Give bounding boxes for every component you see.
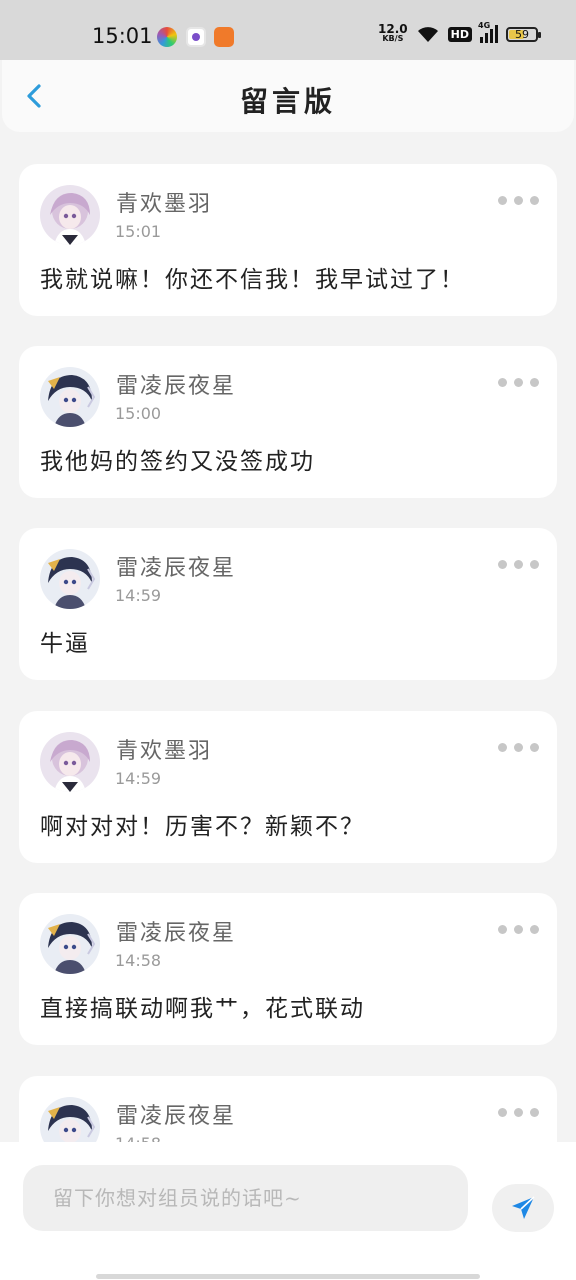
composer-bar	[0, 1142, 576, 1280]
message-card[interactable]: 雷凌辰夜星 14:58 直接搞联动啊我艹，花式联动	[19, 893, 557, 1045]
dark-haired-avatar[interactable]	[40, 914, 100, 974]
dot-icon	[530, 1108, 539, 1117]
network-type-label: 4G	[478, 21, 491, 30]
orange-app-icon	[214, 27, 234, 47]
dark-haired-avatar[interactable]	[40, 549, 100, 609]
more-options-button[interactable]	[498, 560, 539, 569]
message-time: 14:58	[115, 1134, 161, 1142]
hd-badge: HD	[447, 26, 472, 42]
colorful-app-icon	[157, 27, 177, 47]
dark-haired-avatar[interactable]	[40, 367, 100, 427]
dot-icon	[514, 560, 523, 569]
more-options-button[interactable]	[498, 925, 539, 934]
wifi-icon	[417, 27, 438, 42]
message-text: 直接搞联动啊我艹，花式联动	[40, 996, 365, 1022]
more-options-button[interactable]	[498, 378, 539, 387]
message-card[interactable]: 雷凌辰夜星 15:00 我他妈的签约又没签成功	[19, 346, 557, 498]
pink-haired-avatar[interactable]	[40, 732, 100, 792]
net-speed-value: 12.0	[378, 22, 408, 36]
message-time: 14:59	[115, 769, 162, 788]
top-app-bar: 留言版	[2, 60, 574, 132]
more-options-button[interactable]	[498, 196, 539, 205]
dot-icon	[498, 378, 507, 387]
message-card[interactable]: 青欢墨羽 15:01 我就说嘛！你还不信我！我早试过了！	[19, 164, 557, 316]
message-time: 15:00	[115, 404, 162, 423]
status-indicators: 12.0 KB/S HD 4G 59	[378, 21, 541, 44]
dot-icon	[498, 560, 507, 569]
message-time: 14:58	[115, 951, 162, 970]
dot-icon	[530, 925, 539, 934]
dot-icon	[514, 1108, 523, 1117]
paper-plane-icon	[512, 1196, 535, 1219]
dot-icon	[530, 378, 539, 387]
more-options-button[interactable]	[498, 1108, 539, 1117]
message-text: 我他妈的签约又没签成功	[40, 449, 315, 475]
cell-signal: 4G	[478, 21, 498, 43]
dot-icon	[514, 196, 523, 205]
signal-bar	[490, 29, 493, 43]
signal-bar	[480, 37, 483, 43]
more-options-button[interactable]	[498, 743, 539, 752]
message-card[interactable]: 青欢墨羽 14:59 啊对对对！历害不？新颖不？	[19, 711, 557, 863]
battery-level: 59	[515, 27, 529, 41]
author-name: 雷凌辰夜星	[116, 556, 237, 581]
message-input[interactable]	[23, 1165, 468, 1231]
author-name: 雷凌辰夜星	[116, 921, 237, 946]
message-time: 14:59	[115, 586, 162, 605]
net-speed-unit: KB/S	[382, 34, 404, 43]
author-name: 雷凌辰夜星	[116, 1104, 237, 1129]
dark-haired-avatar[interactable]	[40, 1097, 100, 1142]
message-text: 我就说嘛！你还不信我！我早试过了！	[40, 267, 465, 293]
signal-bar	[495, 25, 498, 43]
send-button[interactable]	[492, 1184, 554, 1232]
dot-icon	[514, 743, 523, 752]
author-name: 青欢墨羽	[116, 739, 213, 764]
author-name: 雷凌辰夜星	[116, 374, 237, 399]
message-card[interactable]: 雷凌辰夜星 14:58	[19, 1076, 557, 1142]
message-text: 牛逼	[40, 631, 90, 657]
pink-haired-avatar[interactable]	[40, 185, 100, 245]
message-time: 15:01	[115, 222, 162, 241]
signal-bar	[485, 33, 488, 43]
dot-icon	[530, 743, 539, 752]
battery-tip	[538, 31, 541, 38]
dot-icon	[514, 925, 523, 934]
purple-app-icon	[186, 27, 206, 47]
message-text: 啊对对对！历害不？新颖不？	[40, 814, 365, 840]
home-indicator	[96, 1274, 480, 1279]
dot-icon	[498, 925, 507, 934]
dot-icon	[498, 1108, 507, 1117]
dot-icon	[530, 560, 539, 569]
net-speed: 12.0 KB/S	[378, 22, 408, 44]
page-title: 留言版	[239, 85, 336, 118]
battery-icon: 59	[506, 26, 541, 42]
dot-icon	[498, 196, 507, 205]
status-bar: 15:01 12.0 KB/S HD 4G 59	[0, 0, 576, 60]
message-list[interactable]: 青欢墨羽 15:01 我就说嘛！你还不信我！我早试过了！ 雷凌辰夜星 15:00 我他妈的…	[0, 132, 576, 1142]
status-time: 15:01	[92, 24, 153, 48]
author-name: 青欢墨羽	[116, 192, 213, 217]
dot-icon	[530, 196, 539, 205]
dot-icon	[498, 743, 507, 752]
message-card[interactable]: 雷凌辰夜星 14:59 牛逼	[19, 528, 557, 680]
dot-icon	[514, 378, 523, 387]
